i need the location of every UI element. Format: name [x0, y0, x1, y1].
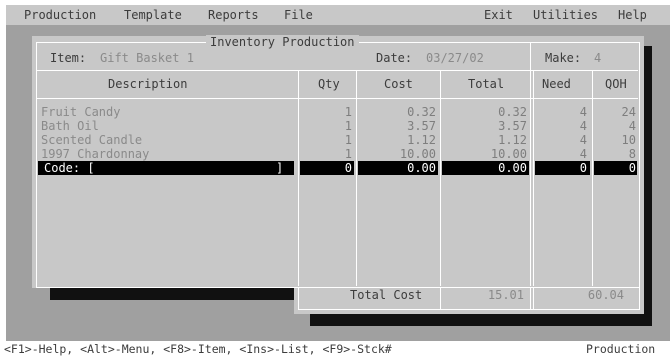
row-qoh: 24 [621, 105, 636, 119]
make-divider [530, 42, 531, 70]
row-qty: 1 [344, 105, 352, 119]
menu-exit[interactable]: Exit [484, 8, 513, 22]
col-divider-cost [440, 70, 441, 286]
col-header-qty: Qty [318, 77, 340, 91]
row-need: 4 [579, 119, 587, 133]
menu-bar: Production Template Reports File Exit Ut… [6, 5, 670, 25]
row-cost: 3.57 [407, 119, 436, 133]
make-value[interactable]: 4 [594, 51, 601, 65]
col-header-need: Need [542, 77, 571, 91]
item-label: Item: [50, 51, 87, 65]
header-separator [37, 70, 638, 71]
total-second-value: 60.04 [587, 288, 624, 302]
status-key-hints: <F1>-Help, <Alt>-Menu, <F8>-Item, <Ins>-… [4, 342, 392, 356]
col-divider-need [592, 70, 593, 286]
row-need: 4 [579, 105, 587, 119]
col-divider-desc [298, 70, 299, 286]
row-cost: 0.32 [407, 105, 436, 119]
menu-file[interactable]: File [284, 8, 313, 22]
col-header-description: Description [108, 77, 188, 91]
row-need: 4 [579, 133, 587, 147]
status-mode: Production [586, 342, 656, 356]
row-total: 1.12 [498, 133, 527, 147]
window-shadow-left [50, 288, 294, 300]
row-total: 0.32 [498, 105, 527, 119]
col-divider-total-2 [533, 70, 534, 286]
menu-template[interactable]: Template [124, 8, 182, 22]
row-description: Fruit Candy [41, 105, 121, 119]
col-divider-qty [356, 70, 357, 286]
edit-qty: 0 [344, 161, 352, 175]
row-qoh: 4 [628, 119, 636, 133]
edit-cost: 0.00 [407, 161, 436, 175]
row-qoh: 8 [628, 147, 636, 161]
status-bar: <F1>-Help, <Alt>-Menu, <F8>-Item, <Ins>-… [0, 341, 670, 356]
row-cost: 1.12 [407, 133, 436, 147]
column-header-separator [37, 98, 638, 99]
total-cost-label: Total Cost [350, 288, 423, 302]
row-cost: 10.00 [399, 147, 436, 161]
row-description: Scented Candle [41, 133, 143, 147]
code-bracket-close: ] [276, 161, 284, 175]
edit-qoh: 0 [628, 161, 636, 175]
total-cost-value: 15.01 [487, 288, 524, 302]
col-divider-total [530, 70, 531, 286]
menu-production[interactable]: Production [24, 8, 96, 22]
make-label: Make: [545, 51, 582, 65]
row-qty: 1 [344, 119, 352, 133]
row-qoh: 10 [621, 133, 636, 147]
menu-utilities[interactable]: Utilities [533, 8, 598, 22]
item-value[interactable]: Gift Basket 1 [100, 51, 194, 65]
col-header-total: Total [468, 77, 505, 91]
row-total: 10.00 [490, 147, 527, 161]
row-qty: 1 [344, 147, 352, 161]
date-label: Date: [376, 51, 413, 65]
row-description: Bath Oil [41, 119, 99, 133]
window-shadow-right [644, 46, 652, 316]
menu-help[interactable]: Help [618, 8, 647, 22]
date-value[interactable]: 03/27/02 [426, 51, 484, 65]
row-qty: 1 [344, 133, 352, 147]
footer-shadow [310, 314, 652, 326]
row-total: 3.57 [498, 119, 527, 133]
code-label: Code: [ [44, 161, 95, 175]
edit-need: 0 [579, 161, 587, 175]
window-title: Inventory Production [206, 35, 359, 49]
row-need: 4 [579, 147, 587, 161]
edit-total: 0.00 [498, 161, 527, 175]
row-description: 1997 Chardonnay [41, 147, 150, 161]
col-header-cost: Cost [384, 77, 413, 91]
col-header-qoh: QOH [605, 77, 627, 91]
menu-reports[interactable]: Reports [208, 8, 259, 22]
